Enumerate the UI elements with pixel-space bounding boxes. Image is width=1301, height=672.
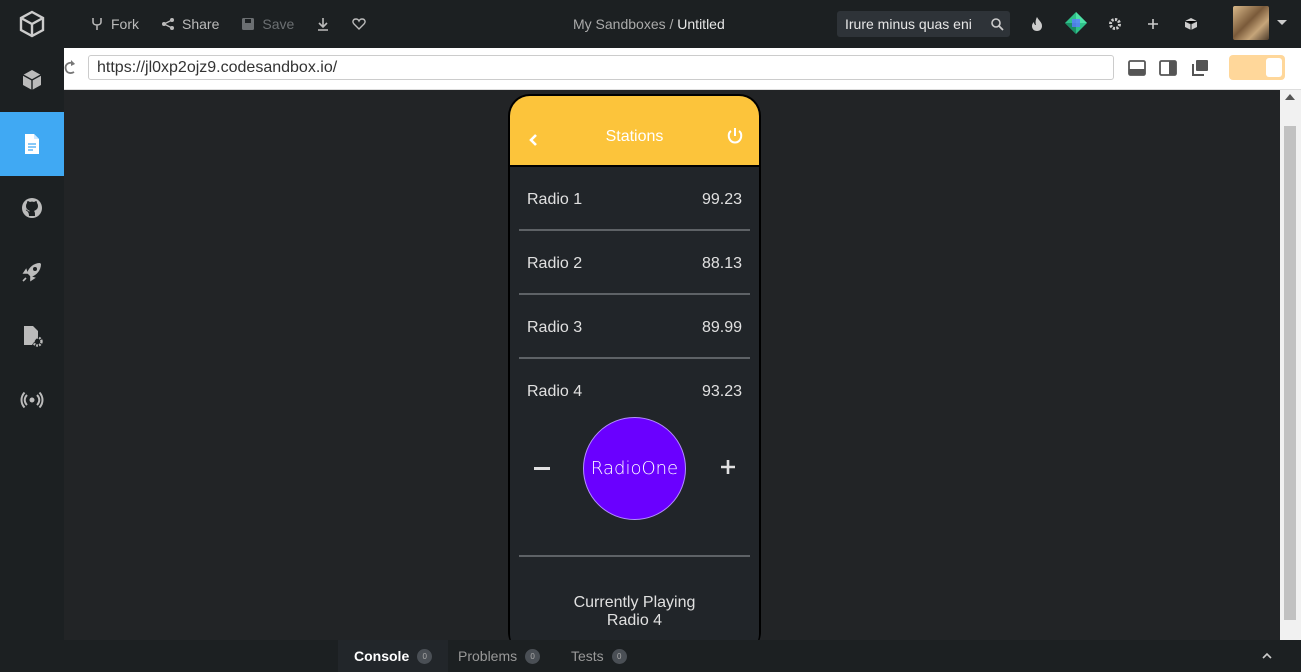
breadcrumb: My Sandboxes / Untitled xyxy=(573,16,725,32)
breadcrumb-separator: / xyxy=(669,16,674,32)
search-input[interactable]: Irure minus quas eni xyxy=(837,11,1010,37)
save-icon xyxy=(242,18,255,30)
fork-button[interactable]: Fork xyxy=(90,0,139,48)
tab-count-badge: 0 xyxy=(525,648,541,664)
tab-console[interactable]: Console 0 xyxy=(338,640,449,672)
devtools-bar: Console 0 Problems 0 Tests 0 xyxy=(64,640,1301,672)
volume-down-button[interactable] xyxy=(534,467,550,470)
station-name: Radio 4 xyxy=(527,383,583,400)
station-name: Radio 3 xyxy=(527,319,583,336)
gear-icon[interactable] xyxy=(1105,14,1125,34)
chevron-down-icon[interactable] xyxy=(1277,20,1287,25)
app-title: Stations xyxy=(605,128,664,145)
layout-side-icon[interactable] xyxy=(1159,59,1177,77)
station-frequency: 89.99 xyxy=(701,319,742,336)
tab-label: Problems xyxy=(458,648,518,664)
station-item-2[interactable]: Radio 2 88.13 xyxy=(519,231,750,295)
now-playing: Currently Playing Radio 4 xyxy=(510,594,759,630)
rocket-icon xyxy=(22,263,41,282)
preview-scrollbar[interactable] xyxy=(1280,90,1301,640)
tab-label: Tests xyxy=(571,648,604,664)
tab-count-badge: 0 xyxy=(611,648,627,664)
new-window-icon[interactable] xyxy=(1191,59,1209,77)
volume-up-button[interactable] xyxy=(720,459,736,475)
broadcast-icon xyxy=(20,391,44,409)
station-controls: RadioOne xyxy=(519,417,750,521)
toggle-knob xyxy=(1266,58,1282,77)
power-icon[interactable] xyxy=(726,127,744,145)
now-playing-label: Currently Playing xyxy=(573,594,696,611)
station-frequency: 88.13 xyxy=(701,255,742,272)
box-icon[interactable] xyxy=(1181,14,1201,34)
station-frequency: 93.23 xyxy=(701,383,742,400)
cube-icon xyxy=(22,70,42,90)
sidebar-item-deployment[interactable] xyxy=(0,240,64,304)
file-settings-icon xyxy=(24,326,43,347)
preview-toggle[interactable] xyxy=(1229,55,1285,80)
phone-screen: Stations Radio 1 99.23 Radio 2 88.13 Rad… xyxy=(510,96,759,640)
station-name: Radio 1 xyxy=(527,191,583,208)
tab-label: Console xyxy=(354,648,410,664)
plus-icon[interactable] xyxy=(1143,14,1163,34)
sidebar-item-live[interactable] xyxy=(0,368,64,432)
preview-frame: Stations Radio 1 99.23 Radio 2 88.13 Rad… xyxy=(64,90,1301,640)
save-button[interactable]: Save xyxy=(241,0,294,48)
station-name: Radio 2 xyxy=(527,255,583,272)
sidebar-item-github[interactable] xyxy=(0,176,64,240)
layout-bottom-icon[interactable] xyxy=(1128,59,1146,77)
download-icon xyxy=(318,18,329,31)
file-icon xyxy=(25,134,39,154)
save-label: Save xyxy=(262,16,295,32)
tab-count-badge: 0 xyxy=(417,648,433,664)
codesandbox-logo[interactable] xyxy=(0,0,64,48)
phone-frame: Stations Radio 1 99.23 Radio 2 88.13 Rad… xyxy=(508,94,761,640)
sidebar-item-project-info[interactable] xyxy=(0,48,64,112)
heart-icon xyxy=(352,18,367,30)
refresh-icon[interactable] xyxy=(64,58,76,78)
app-header: Stations xyxy=(510,96,759,167)
preview-address-bar: https://jl0xp2ojz9.codesandbox.io/ xyxy=(64,48,1301,90)
scroll-up-icon[interactable] xyxy=(1285,94,1295,100)
download-button[interactable] xyxy=(316,0,330,48)
share-icon xyxy=(162,18,174,30)
avatar[interactable] xyxy=(1233,6,1269,40)
gem-icon[interactable] xyxy=(1064,11,1088,35)
search-value: Irure minus quas eni xyxy=(845,16,972,32)
station-item-1[interactable]: Radio 1 99.23 xyxy=(519,167,750,231)
search-icon xyxy=(991,18,1004,31)
url-input[interactable]: https://jl0xp2ojz9.codesandbox.io/ xyxy=(88,55,1114,80)
github-icon xyxy=(22,198,42,218)
activity-sidebar xyxy=(0,48,64,672)
station-item-4[interactable]: Radio 4 93.23 RadioOne xyxy=(519,359,750,557)
fork-icon xyxy=(92,18,102,30)
like-button[interactable] xyxy=(352,0,367,48)
chevron-up-icon[interactable] xyxy=(1261,650,1273,662)
sidebar-item-explorer[interactable] xyxy=(0,112,64,176)
station-frequency: 99.23 xyxy=(701,191,742,208)
station-item-3[interactable]: Radio 3 89.99 xyxy=(519,295,750,359)
fork-label: Fork xyxy=(111,16,139,32)
share-label: Share xyxy=(182,16,220,32)
share-button[interactable]: Share xyxy=(161,0,219,48)
sandbox-title[interactable]: Untitled xyxy=(677,16,724,32)
flame-icon[interactable] xyxy=(1027,14,1047,34)
tab-problems[interactable]: Problems 0 xyxy=(442,640,556,672)
scrollbar-thumb[interactable] xyxy=(1284,126,1296,620)
station-disc: RadioOne xyxy=(583,417,686,520)
codesandbox-logo-icon xyxy=(19,10,45,38)
now-playing-station: Radio 4 xyxy=(606,612,663,629)
top-bar: Fork Share Save My Sandboxes / Untitled … xyxy=(0,0,1301,48)
breadcrumb-parent[interactable]: My Sandboxes xyxy=(573,16,666,32)
sidebar-item-config[interactable] xyxy=(0,304,64,368)
tab-tests[interactable]: Tests 0 xyxy=(555,640,643,672)
